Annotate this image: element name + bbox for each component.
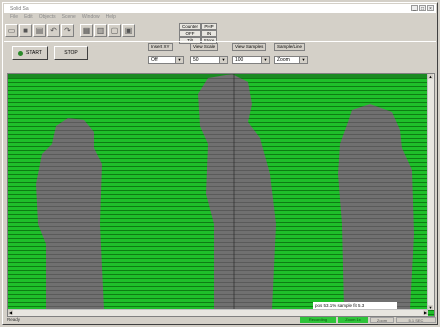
menu-window[interactable]: Window [82, 14, 100, 20]
insert-xy-value: Off [151, 57, 158, 63]
menu-objects[interactable]: Objects [39, 14, 56, 20]
frame-icon[interactable]: ▢ [108, 24, 121, 37]
save-icon[interactable]: ■ [19, 24, 32, 37]
view-samples-label: View Samples [232, 43, 267, 51]
close-button[interactable]: × [427, 5, 434, 12]
silhouettes-layer [36, 74, 414, 310]
view-scale-value: 50 [193, 57, 199, 63]
window-controls: _ □ × [410, 5, 434, 12]
view-samples-select[interactable]: 100 ▼ [232, 56, 270, 64]
stop-label: STOP [64, 50, 78, 56]
grid-icon[interactable]: ▦ [80, 24, 93, 37]
silhouette-right-person [338, 104, 414, 310]
status-time: 5.1 SEC [396, 317, 436, 323]
scroll-left-icon[interactable]: ◀ [8, 310, 13, 315]
print-icon[interactable]: ▤ [33, 24, 46, 37]
redo-icon[interactable]: ↷ [61, 24, 74, 37]
menu-edit[interactable]: Edit [24, 14, 33, 20]
chevron-down-icon: ▼ [175, 57, 183, 63]
export-icon[interactable]: ▣ [122, 24, 135, 37]
group-view-scale: View Scale [190, 43, 219, 51]
sample-line-label: Sample/Line [274, 43, 306, 51]
toggle-php[interactable]: PHP [201, 23, 217, 30]
title-bar: Solid Sa _ □ × [4, 4, 436, 13]
view-scale-select[interactable]: 50 ▼ [190, 56, 228, 64]
view-scale-label: View Scale [190, 43, 219, 51]
scroll-up-icon[interactable]: ▲ [428, 74, 433, 79]
status-zoom-level: Zoom 1x [338, 317, 368, 323]
group-view-samples: View Samples [232, 43, 267, 51]
scroll-down-icon[interactable]: ▼ [428, 305, 433, 310]
menu-help[interactable]: Help [106, 14, 116, 20]
group-sample-line: Sample/Line [274, 43, 306, 51]
status-zoom: Zoom [370, 317, 394, 323]
horizontal-scrollbar[interactable]: ◀ ▶ [8, 309, 428, 316]
menu-file[interactable]: File [10, 14, 18, 20]
app-window: Solid Sa _ □ × File Edit Objects Scene W… [2, 2, 438, 325]
status-text: Ready [7, 317, 21, 322]
maximize-button[interactable]: □ [419, 5, 426, 12]
sample-line-select[interactable]: Zoom ▼ [274, 56, 308, 64]
window-title: Solid Sa [10, 5, 29, 12]
layers-icon[interactable]: ▥ [94, 24, 107, 37]
insert-xy-select[interactable]: Off ▼ [148, 56, 184, 64]
silhouette-center-person [198, 74, 276, 310]
group-insert-xy: Insert XY [148, 43, 173, 51]
control-row: START STOP Insert XY Off ▼ View Scale 50 ▼… [4, 41, 436, 68]
start-label: START [26, 50, 42, 56]
chevron-down-icon: ▼ [219, 57, 227, 63]
menu-bar: File Edit Objects Scene Window Help [4, 13, 436, 21]
minimize-button[interactable]: _ [411, 5, 418, 12]
status-bar: Ready Recording Zoom 1x Zoom 5.1 SEC [4, 317, 436, 323]
open-icon[interactable]: ▭ [5, 24, 18, 37]
record-icon [18, 50, 24, 56]
scroll-right-icon[interactable]: ▶ [423, 310, 428, 315]
insert-xy-label: Insert XY [148, 43, 173, 51]
silhouette-left-person [36, 118, 104, 310]
toggle-in[interactable]: IN [201, 30, 217, 37]
sample-line-value: Zoom [277, 57, 290, 63]
status-recording: Recording [300, 317, 336, 323]
chevron-down-icon: ▼ [299, 57, 307, 63]
vertical-scrollbar[interactable]: ▲ ▼ [427, 74, 434, 310]
scan-viewport[interactable]: pos 53.1% sample fit 5.3 ▲ ▼ ◀ ▶ [7, 73, 435, 317]
stop-button[interactable]: STOP [54, 46, 88, 60]
start-button[interactable]: START [12, 46, 48, 60]
menu-scene[interactable]: Scene [62, 14, 76, 20]
toggle-counter[interactable]: Counter [179, 23, 201, 30]
undo-icon[interactable]: ↶ [47, 24, 60, 37]
position-readout: pos 53.1% sample fit 5.3 [313, 302, 397, 309]
chevron-down-icon: ▼ [261, 57, 269, 63]
view-samples-value: 100 [235, 57, 244, 63]
toolbar: ▭ ■ ▤ ↶ ↷ ▦ ▥ ▢ ▣ [4, 22, 135, 39]
toggle-off[interactable]: OFF [179, 30, 201, 37]
